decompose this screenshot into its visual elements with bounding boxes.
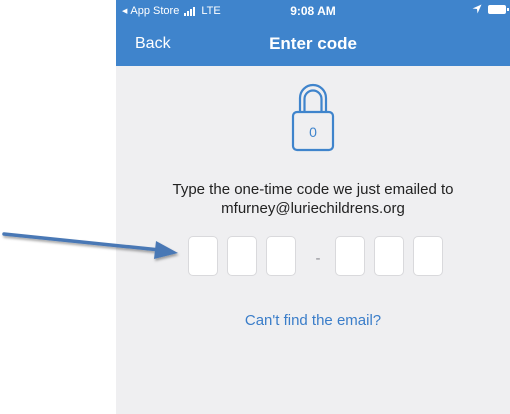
code-digit-box-4[interactable] (335, 236, 365, 276)
header: ◀ App Store LTE 9:08 AM Back Enter code (116, 0, 510, 66)
code-separator: - (315, 250, 321, 267)
nav-bar: Back Enter code (116, 30, 510, 60)
location-arrow-icon (472, 4, 482, 14)
battery-icon (488, 4, 509, 14)
status-time: 9:08 AM (290, 4, 336, 18)
phone-screen: ◀ App Store LTE 9:08 AM Back Enter code … (116, 0, 510, 414)
code-digit-box-2[interactable] (227, 236, 257, 276)
screenshot-stage: ◀ App Store LTE 9:08 AM Back Enter code … (0, 0, 510, 414)
page-title: Enter code (269, 34, 357, 53)
status-right (472, 4, 509, 14)
lock-icon: 0 (290, 78, 336, 154)
status-bar: ◀ App Store LTE 9:08 AM (116, 0, 510, 22)
lock-digit: 0 (309, 124, 317, 140)
arrow-annotation-icon (2, 232, 178, 259)
cant-find-email-link[interactable]: Can't find the email? (116, 312, 510, 329)
instruction-line-1: Type the one-time code we just emailed t… (172, 181, 454, 198)
code-digit-box-6[interactable] (413, 236, 443, 276)
code-digit-box-3[interactable] (266, 236, 296, 276)
code-digit-box-5[interactable] (374, 236, 404, 276)
